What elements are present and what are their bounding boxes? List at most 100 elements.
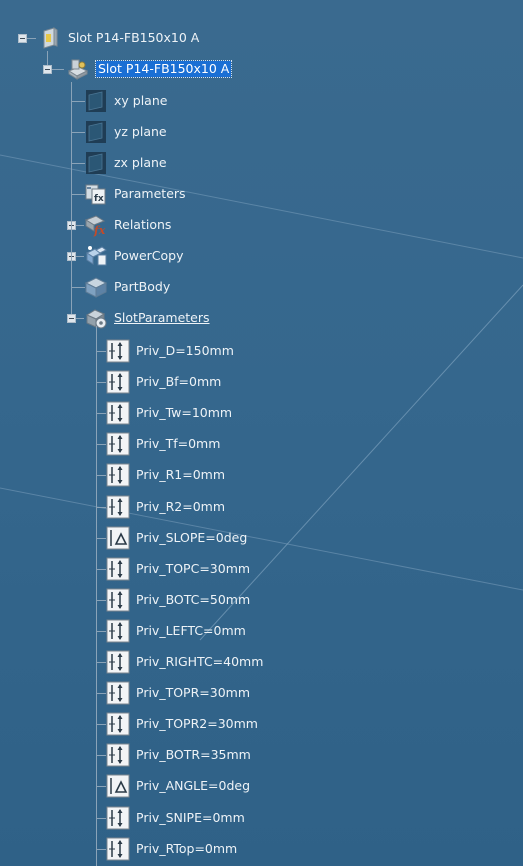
tree-connector [96, 631, 106, 632]
length-parameter-icon [106, 557, 130, 581]
parameter-item[interactable]: Priv_LEFTC=0mm [106, 618, 246, 644]
tree-connector [96, 600, 106, 601]
tree-node-root[interactable]: Slot P14-FB150x10 A [38, 25, 199, 51]
parameter-item[interactable]: Priv_R2=0mm [106, 494, 225, 520]
tree-node-slotparameters-label: SlotParameters [114, 310, 210, 325]
parameter-item-label: Priv_SNIPE=0mm [136, 810, 245, 825]
parameter-item-label: Priv_TOPR=30mm [136, 685, 251, 700]
plane-icon [84, 120, 108, 144]
parameter-item[interactable]: Priv_BOTR=35mm [106, 742, 251, 768]
tree-node-parameters-label: Parameters [114, 186, 186, 201]
parameter-item[interactable]: Priv_Bf=0mm [106, 369, 221, 395]
tree-node-powercopy[interactable]: PowerCopy [84, 243, 184, 269]
parameter-item-label: Priv_TOPR2=30mm [136, 716, 258, 731]
tree-node-part-label: Slot P14-FB150x10 A [94, 60, 233, 78]
parameters-icon: fx [84, 182, 108, 206]
tree-node-yz-plane[interactable]: yz plane [84, 119, 167, 145]
tree-connector [71, 132, 85, 133]
tree-node-zx-plane[interactable]: zx plane [84, 150, 167, 176]
parameter-item[interactable]: Priv_TOPC=30mm [106, 556, 250, 582]
root-collapse-toggle[interactable] [18, 34, 27, 43]
tree-connector [76, 256, 84, 257]
parameter-item-label: Priv_BOTC=50mm [136, 592, 251, 607]
tree-connector [96, 507, 106, 508]
tree-node-xy-plane-label: xy plane [114, 93, 168, 108]
tree-connector [96, 326, 97, 866]
parameter-item[interactable]: Priv_Tw=10mm [106, 400, 232, 426]
partbody-icon [84, 275, 108, 299]
3d-viewport[interactable]: Slot P14-FB150x10 A Slot P14-FB150x10 A xy… [0, 0, 523, 866]
powercopy-icon [84, 244, 108, 268]
background-geometry-lines [0, 154, 523, 641]
parameter-item-label: Priv_Tw=10mm [136, 405, 233, 420]
product-icon [38, 26, 62, 50]
parameter-item-label: Priv_RTop=0mm [136, 841, 238, 856]
plane-icon [84, 89, 108, 113]
length-parameter-icon [106, 806, 130, 830]
length-parameter-icon [106, 339, 130, 363]
svg-text:fx: fx [93, 224, 106, 237]
parameter-item[interactable]: Priv_RIGHTC=40mm [106, 649, 263, 675]
parameter-item[interactable]: Priv_R1=0mm [106, 462, 225, 488]
part-collapse-toggle[interactable] [43, 65, 52, 74]
svg-text:fx: fx [94, 194, 104, 204]
tree-connector [96, 475, 106, 476]
parameter-item-label: Priv_D=150mm [136, 343, 234, 358]
parameter-item[interactable]: Priv_ANGLE=0deg [106, 773, 250, 799]
tree-connector [47, 51, 48, 65]
tree-connector [96, 786, 106, 787]
tree-node-part[interactable]: Slot P14-FB150x10 A [66, 56, 233, 82]
parameter-item-label: Priv_R2=0mm [136, 499, 225, 514]
angle-parameter-icon [106, 774, 130, 798]
tree-connector [71, 101, 85, 102]
parameter-item[interactable]: Priv_TOPR=30mm [106, 680, 250, 706]
angle-parameter-icon [106, 526, 130, 550]
tree-connector [52, 69, 64, 70]
length-parameter-icon [106, 495, 130, 519]
tree-connector [76, 318, 84, 319]
parameter-item[interactable]: Priv_TOPR2=30mm [106, 711, 258, 737]
parameter-item[interactable]: Priv_SNIPE=0mm [106, 805, 245, 831]
tree-node-relations[interactable]: fx Relations [84, 212, 171, 238]
tree-connector [96, 382, 106, 383]
length-parameter-icon [106, 463, 130, 487]
parameter-item[interactable]: Priv_BOTC=50mm [106, 587, 250, 613]
tree-node-slotparameters[interactable]: SlotParameters [84, 305, 210, 331]
tree-connector [27, 38, 36, 39]
parameter-item[interactable]: Priv_SLOPE=0deg [106, 525, 247, 551]
parameter-item-label: Priv_Bf=0mm [136, 374, 222, 389]
collapse-toggle-slotparameters[interactable] [67, 314, 76, 323]
parameter-item-label: Priv_ANGLE=0deg [136, 778, 251, 793]
parameter-item-label: Priv_R1=0mm [136, 467, 225, 482]
length-parameter-icon [106, 588, 130, 612]
tree-node-partbody-label: PartBody [114, 279, 171, 294]
length-parameter-icon [106, 401, 130, 425]
length-parameter-icon [106, 712, 130, 736]
length-parameter-icon [106, 743, 130, 767]
parameter-item[interactable]: Priv_D=150mm [106, 338, 234, 364]
plane-icon [84, 151, 108, 175]
tree-connector [76, 225, 84, 226]
tree-connector [96, 569, 106, 570]
parameter-item-label: Priv_RIGHTC=40mm [136, 654, 264, 669]
part-icon [66, 57, 90, 81]
tree-connector [71, 194, 85, 195]
tree-node-powercopy-label: PowerCopy [114, 248, 184, 263]
tree-connector [96, 413, 106, 414]
parameter-item-label: Priv_BOTR=35mm [136, 747, 251, 762]
tree-node-xy-plane[interactable]: xy plane [84, 88, 167, 114]
tree-node-partbody[interactable]: PartBody [84, 274, 170, 300]
tree-connector [96, 444, 106, 445]
length-parameter-icon [106, 370, 130, 394]
parameter-item-label: Priv_SLOPE=0deg [136, 530, 248, 545]
tree-connector [96, 724, 106, 725]
parameter-item-label: Priv_Tf=0mm [136, 436, 221, 451]
tree-connector [71, 163, 85, 164]
parameter-item-label: Priv_LEFTC=0mm [136, 623, 246, 638]
tree-node-parameters[interactable]: fx Parameters [84, 181, 186, 207]
parameter-item[interactable]: Priv_RTop=0mm [106, 836, 237, 862]
parameter-item[interactable]: Priv_Tf=0mm [106, 431, 220, 457]
tree-connector [71, 82, 72, 314]
tree-connector [96, 849, 106, 850]
tree-node-zx-plane-label: zx plane [114, 155, 167, 170]
